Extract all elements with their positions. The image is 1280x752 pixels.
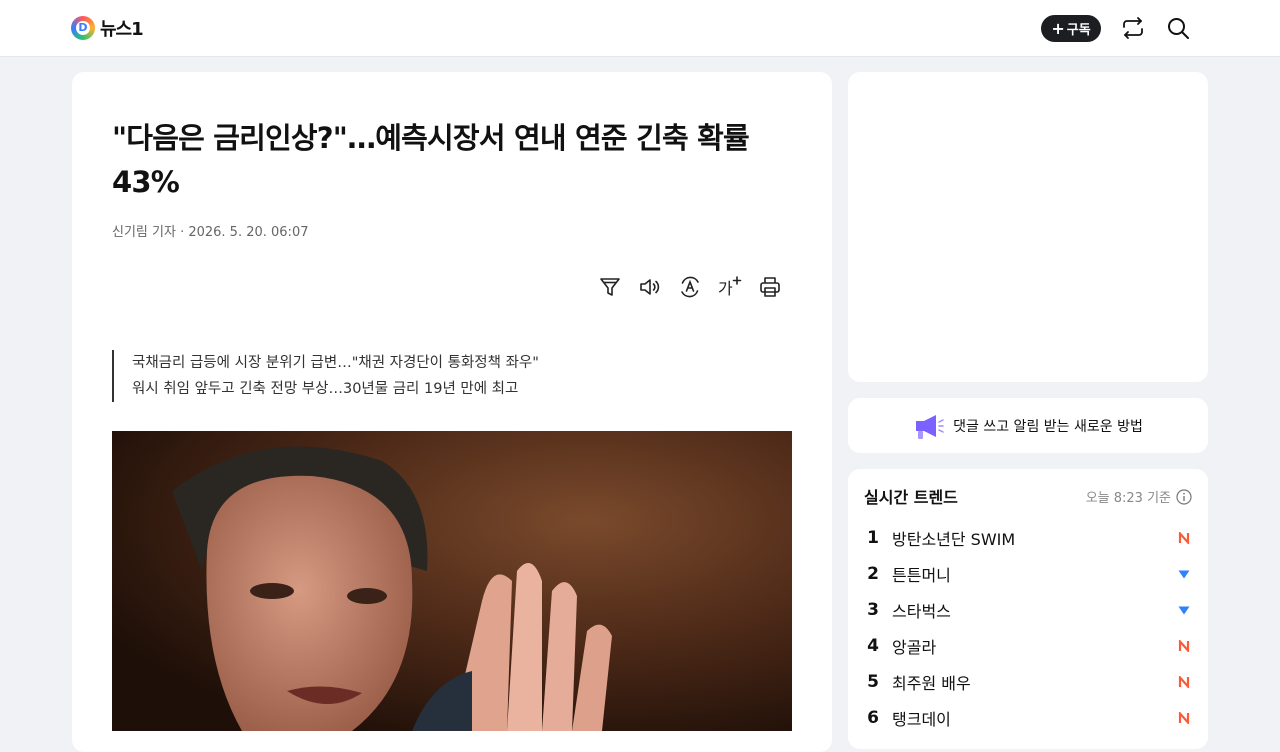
subscribe-label: 구독 xyxy=(1066,23,1091,38)
trend-item[interactable]: 2 튼튼머니 xyxy=(864,556,1192,592)
trend-updated-label: 오늘 8:23 기준 xyxy=(1085,491,1171,506)
summary-line: 국채금리 급등에 시장 분위기 급변…"채권 자경단이 통화정책 좌우" xyxy=(132,355,539,371)
font-size-icon[interactable]: 가 xyxy=(718,275,742,299)
speaker-icon[interactable] xyxy=(638,275,662,299)
trend-rank: 6 xyxy=(867,708,879,728)
realtime-trend-panel: 실시간 트렌드 오늘 8:23 기준 1 방탄소년단 SWIM 2 튼튼머니 3… xyxy=(848,469,1208,749)
svg-text:가: 가 xyxy=(718,279,733,298)
new-badge-icon xyxy=(1178,640,1190,652)
trend-item[interactable]: 5 최주원 배우 xyxy=(864,664,1192,700)
filter-icon[interactable] xyxy=(598,275,622,299)
logo-icon: D xyxy=(71,16,95,40)
logo-text: 뉴스1 xyxy=(100,19,144,40)
trend-label: 스타벅스 xyxy=(892,602,951,621)
article-photo[interactable] xyxy=(112,431,792,731)
article-headline: "다음은 금리인상?"…예측시장서 연내 연준 긴축 확률 43% xyxy=(112,121,750,199)
trend-item[interactable]: 4 앙골라 xyxy=(864,628,1192,664)
advertisement-panel xyxy=(848,72,1208,382)
trend-rank: 2 xyxy=(867,564,879,584)
print-icon[interactable] xyxy=(758,275,782,299)
trend-title: 실시간 트렌드 xyxy=(864,488,958,507)
megaphone-icon xyxy=(916,414,944,439)
translate-icon[interactable] xyxy=(678,275,702,299)
person-photo-image xyxy=(112,431,792,731)
trend-item[interactable]: 6 탱크데이 xyxy=(864,700,1192,736)
trend-rank: 1 xyxy=(867,528,879,548)
trend-label: 탱크데이 xyxy=(892,710,951,729)
new-badge-icon xyxy=(1178,676,1190,688)
article-toolbar: 가 xyxy=(598,275,782,299)
subscribe-button[interactable]: + 구독 xyxy=(1041,15,1101,42)
trend-item[interactable]: 3 스타벅스 xyxy=(864,592,1192,628)
trend-rank: 5 xyxy=(867,672,879,692)
comment-notice-banner[interactable]: 댓글 쓰고 알림 받는 새로운 방법 xyxy=(848,398,1208,453)
trend-rank: 3 xyxy=(867,600,879,620)
trend-rank: 4 xyxy=(867,636,879,656)
new-badge-icon xyxy=(1178,532,1190,544)
summary-line: 워시 취임 앞두고 긴축 전망 부상…30년물 금리 19년 만에 최고 xyxy=(132,381,519,397)
trend-list: 1 방탄소년단 SWIM 2 튼튼머니 3 스타벅스 4 앙골라 5 최주원 배… xyxy=(864,520,1192,736)
trend-item[interactable]: 1 방탄소년단 SWIM xyxy=(864,520,1192,556)
notice-text: 댓글 쓰고 알림 받는 새로운 방법 xyxy=(953,418,1143,435)
article-byline: 신기림 기자 · 2026. 5. 20. 06:07 xyxy=(112,225,309,240)
news1-logo[interactable]: D 뉴스1 xyxy=(71,16,144,40)
info-icon[interactable] xyxy=(1176,488,1192,505)
rank-down-icon xyxy=(1178,570,1190,579)
search-icon[interactable] xyxy=(1166,16,1190,40)
plus-icon: + xyxy=(1051,18,1065,38)
article-summary: 국채금리 급등에 시장 분위기 급변…"채권 자경단이 통화정책 좌우" 워시 … xyxy=(112,350,539,402)
new-badge-icon xyxy=(1178,712,1190,724)
trend-label: 앙골라 xyxy=(892,638,937,657)
top-navigation-bar: D 뉴스1 + 구독 xyxy=(0,0,1280,57)
trend-updated-time: 오늘 8:23 기준 xyxy=(1086,487,1192,506)
article-card: "다음은 금리인상?"…예측시장서 연내 연준 긴축 확률 43% 신기림 기자… xyxy=(72,72,832,752)
trend-label: 방탄소년단 SWIM xyxy=(892,530,1016,549)
rank-down-icon xyxy=(1178,606,1190,615)
share-icon[interactable] xyxy=(1121,16,1145,40)
trend-label: 튼튼머니 xyxy=(892,566,951,585)
trend-label: 최주원 배우 xyxy=(892,674,971,693)
